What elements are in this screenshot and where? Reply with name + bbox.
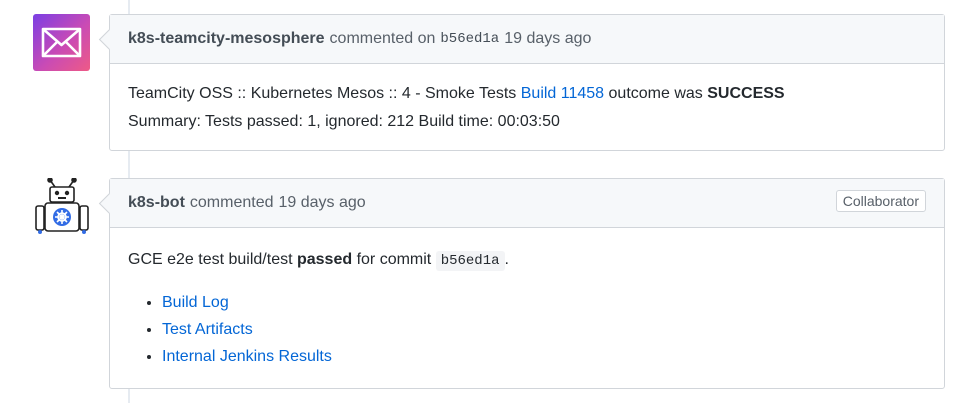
avatar[interactable] bbox=[33, 14, 90, 71]
comment-verb: commented on bbox=[329, 30, 436, 47]
author-link[interactable]: k8s-bot bbox=[128, 194, 185, 212]
commit-sha-link[interactable]: b56ed1a bbox=[440, 31, 499, 47]
comment-body: GCE e2e test build/test passed for commi… bbox=[110, 228, 944, 388]
comment-body: TeamCity OSS :: Kubernetes Mesos :: 4 - … bbox=[110, 64, 944, 150]
build-log-link[interactable]: Build Log bbox=[162, 294, 229, 311]
build-link[interactable]: Build 11458 bbox=[521, 85, 604, 102]
body-text-prefix: GCE e2e test build/test bbox=[128, 251, 297, 268]
comment-verb: commented bbox=[189, 194, 274, 211]
avatar[interactable] bbox=[33, 178, 90, 235]
comment-timestamp[interactable]: 19 days ago bbox=[279, 194, 366, 212]
collaborator-badge: Collaborator bbox=[835, 190, 926, 212]
body-text-suffix: . bbox=[504, 251, 509, 268]
body-line-1: GCE e2e test build/test passed for commi… bbox=[128, 246, 926, 275]
comment-header: k8s-bot commented 19 days ago Collaborat… bbox=[110, 179, 944, 228]
result-links-list: Build Log Test Artifacts Internal Jenkin… bbox=[128, 289, 926, 370]
comment-card: k8s-bot commented 19 days ago Collaborat… bbox=[109, 178, 945, 389]
envelope-logo-icon bbox=[41, 27, 82, 58]
list-item: Internal Jenkins Results bbox=[162, 343, 926, 370]
comment-header: k8s-teamcity-mesosphere commented on b56… bbox=[110, 15, 944, 64]
comment-timestamp[interactable]: 19 days ago bbox=[504, 30, 591, 48]
author-link[interactable]: k8s-teamcity-mesosphere bbox=[128, 30, 325, 48]
outcome-text: SUCCESS bbox=[707, 85, 785, 102]
body-text-mid: for commit bbox=[352, 251, 436, 268]
body-line-2: Summary: Tests passed: 1, ignored: 212 B… bbox=[128, 113, 560, 130]
robot-icon bbox=[35, 178, 89, 234]
body-text-prefix: TeamCity OSS :: Kubernetes Mesos :: 4 - … bbox=[128, 85, 521, 102]
list-item: Build Log bbox=[162, 289, 926, 316]
commit-sha-chip[interactable]: b56ed1a bbox=[435, 251, 505, 271]
jenkins-results-link[interactable]: Internal Jenkins Results bbox=[162, 348, 332, 365]
body-line-1: TeamCity OSS :: Kubernetes Mesos :: 4 - … bbox=[128, 80, 926, 108]
comment-card: k8s-teamcity-mesosphere commented on b56… bbox=[109, 14, 945, 151]
passed-text: passed bbox=[296, 251, 353, 268]
list-item: Test Artifacts bbox=[162, 316, 926, 343]
body-text-mid: outcome was bbox=[604, 85, 708, 102]
test-artifacts-link[interactable]: Test Artifacts bbox=[162, 321, 253, 338]
